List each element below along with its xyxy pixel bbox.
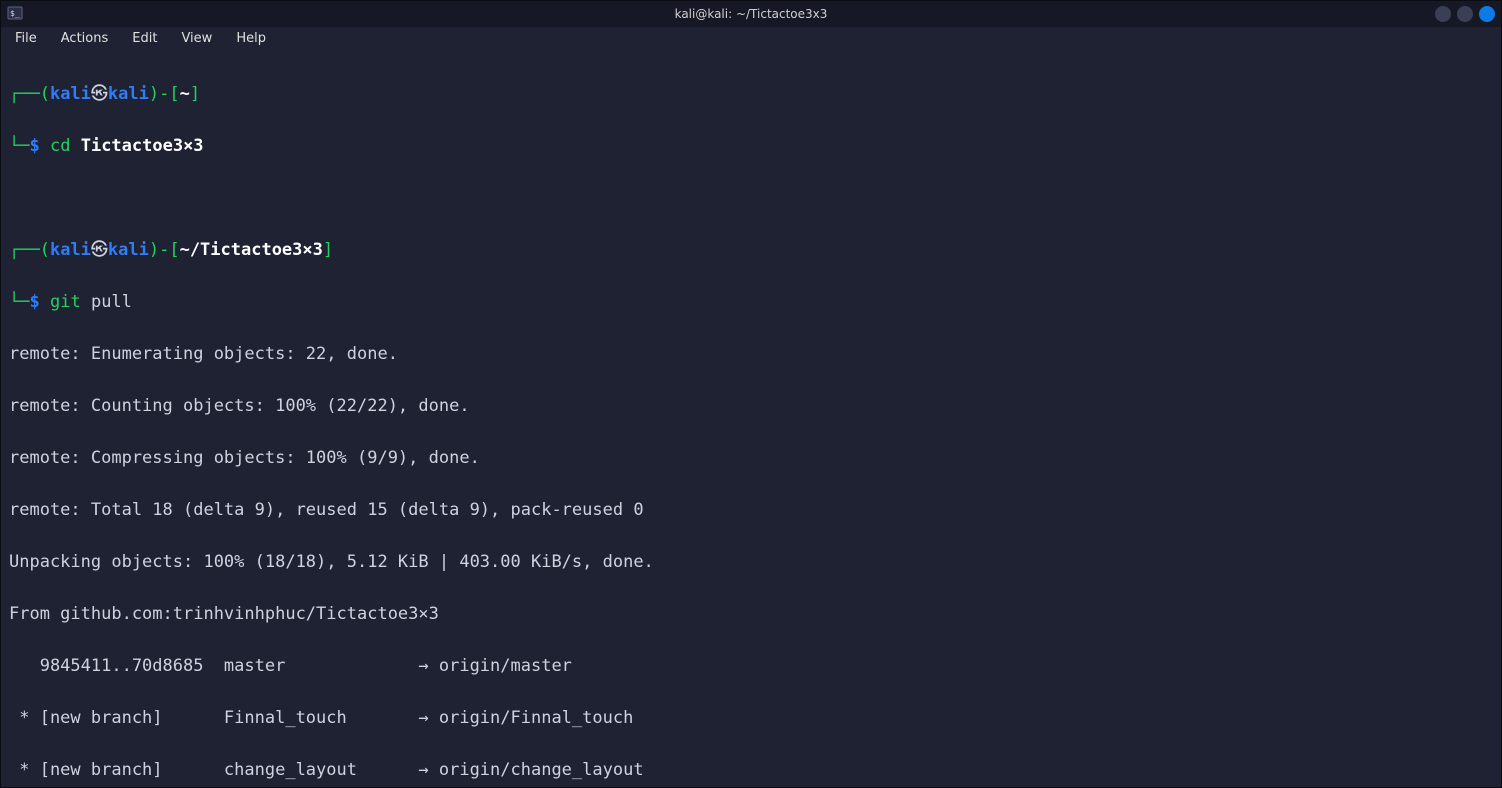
output-line: remote: Enumerating objects: 22, done. [9,341,1493,367]
close-button[interactable] [1479,6,1495,22]
output-line: remote: Compressing objects: 100% (9/9),… [9,445,1493,471]
output-line: From github.com:trinhvinhphuc/Tictactoe3… [9,601,1493,627]
menu-file[interactable]: File [11,29,41,48]
output-line: remote: Counting objects: 100% (22/22), … [9,393,1493,419]
output-line: * [new branch] change_layout → origin/ch… [9,757,1493,783]
maximize-button[interactable] [1457,6,1473,22]
menu-view[interactable]: View [177,29,216,48]
output-line: * [new branch] Finnal_touch → origin/Fin… [9,705,1493,731]
output-line: remote: Total 18 (delta 9), reused 15 (d… [9,497,1493,523]
prompt-line: └─$ git pull [9,289,1493,315]
window-title: kali@kali: ~/Tictactoe3x3 [1,7,1501,21]
prompt-line: ┌──(kali㉿kali)-[~] [9,81,1493,107]
output-line: Unpacking objects: 100% (18/18), 5.12 Ki… [9,549,1493,575]
prompt-line: ┌──(kali㉿kali)-[~/Tictactoe3×3] [9,237,1493,263]
minimize-button[interactable] [1435,6,1451,22]
menu-actions[interactable]: Actions [57,29,113,48]
app-icon: $_ [7,5,23,24]
terminal-output[interactable]: ┌──(kali㉿kali)-[~] └─$ cd Tictactoe3×3 ┌… [1,51,1501,787]
svg-text:$_: $_ [10,9,20,18]
menubar: File Actions Edit View Help [1,27,1501,51]
titlebar[interactable]: $_ kali@kali: ~/Tictactoe3x3 [1,1,1501,27]
menu-edit[interactable]: Edit [128,29,161,48]
menu-help[interactable]: Help [232,29,270,48]
prompt-line: └─$ cd Tictactoe3×3 [9,133,1493,159]
terminal-window: $_ kali@kali: ~/Tictactoe3x3 File Action… [0,0,1502,788]
output-line: 9845411..70d8685 master → origin/master [9,653,1493,679]
